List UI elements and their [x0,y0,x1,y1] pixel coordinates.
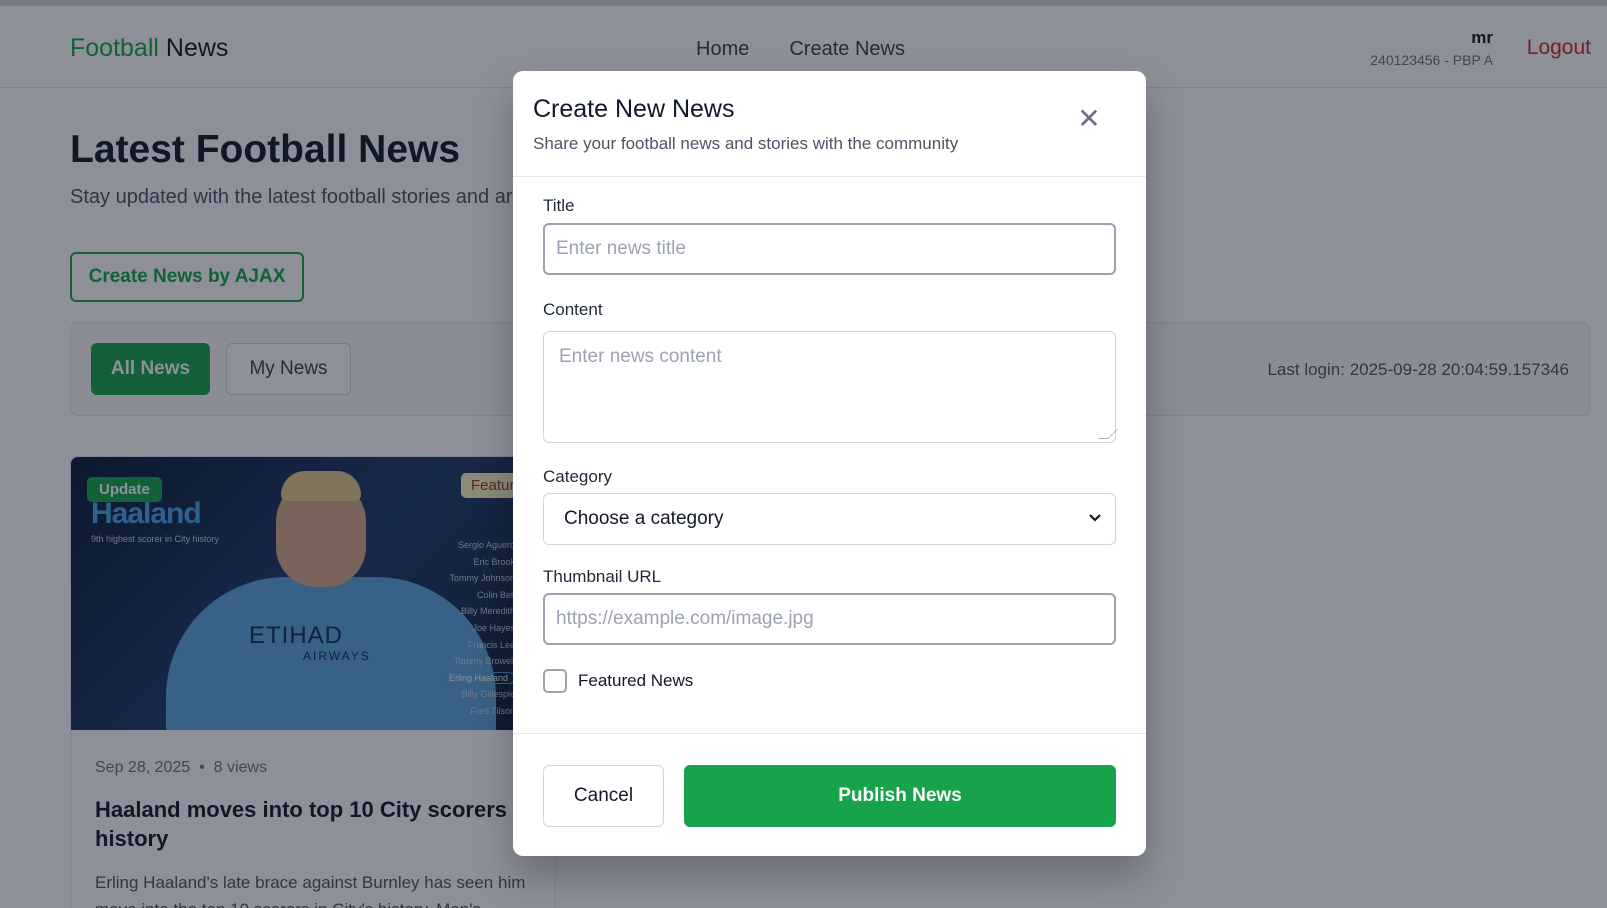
category-label: Category [543,467,612,486]
create-news-modal: Create New News Share your football news… [513,71,1146,856]
title-input[interactable] [543,223,1116,275]
close-icon[interactable]: ✕ [1075,105,1103,133]
modal-footer-divider [513,733,1146,734]
chevron-down-icon [1089,510,1101,528]
category-selected-value: Choose a category [564,508,724,529]
featured-checkbox[interactable] [543,669,567,693]
publish-news-button[interactable]: Publish News [684,765,1116,827]
featured-checkbox-label[interactable]: Featured News [578,671,693,691]
content-label: Content [543,300,603,319]
thumbnail-label: Thumbnail URL [543,567,662,586]
modal-header-divider [513,176,1146,177]
cancel-button[interactable]: Cancel [543,765,664,827]
thumbnail-url-input[interactable] [543,593,1116,645]
title-label: Title [543,196,575,215]
modal-title: Create New News [533,95,735,123]
modal-subtitle: Share your football news and stories wit… [533,134,959,153]
category-select[interactable]: Choose a category [543,493,1116,545]
content-textarea[interactable] [543,331,1116,443]
